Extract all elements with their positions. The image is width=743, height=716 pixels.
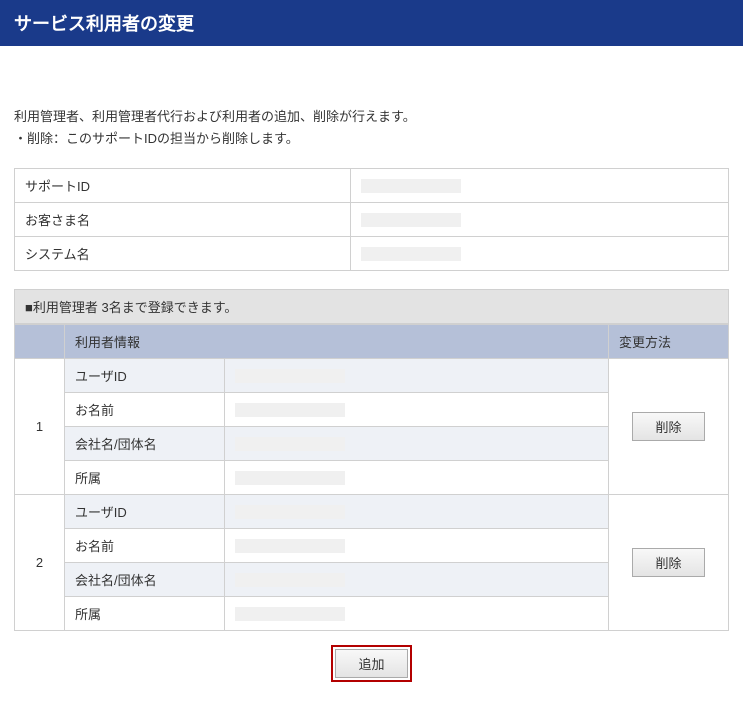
field-label-userid: ユーザID <box>65 495 225 529</box>
col-header-info: 利用者情報 <box>65 325 609 359</box>
field-label-company: 会社名/団体名 <box>65 563 225 597</box>
description-line1: 利用管理者、利用管理者代行および利用者の追加、削除が行えます。 <box>14 106 729 128</box>
field-label-dept: 所属 <box>65 461 225 495</box>
field-label-dept: 所属 <box>65 597 225 631</box>
support-id-value <box>350 169 728 203</box>
action-cell: 削除 <box>609 359 729 495</box>
add-button-highlight: 追加 <box>331 645 411 682</box>
customer-name-value <box>350 203 728 237</box>
field-value-userid <box>225 495 609 529</box>
description-line2: ・削除：このサポートIDの担当から削除します。 <box>14 128 729 150</box>
user-row-num: 1 <box>15 359 65 495</box>
field-label-name: お名前 <box>65 529 225 563</box>
content-area: 利用管理者、利用管理者代行および利用者の追加、削除が行えます。 ・削除：このサポ… <box>0 46 743 716</box>
field-value-name <box>225 393 609 427</box>
support-id-label: サポートID <box>15 169 351 203</box>
field-value-company <box>225 563 609 597</box>
field-value-dept <box>225 597 609 631</box>
field-value-name <box>225 529 609 563</box>
add-row: 追加 <box>14 631 729 696</box>
add-button[interactable]: 追加 <box>335 649 407 678</box>
field-value-dept <box>225 461 609 495</box>
field-label-company: 会社名/団体名 <box>65 427 225 461</box>
col-header-num <box>15 325 65 359</box>
customer-name-label: お客さま名 <box>15 203 351 237</box>
system-name-value <box>350 237 728 271</box>
field-value-userid <box>225 359 609 393</box>
action-cell: 削除 <box>609 495 729 631</box>
system-name-label: システム名 <box>15 237 351 271</box>
info-table: サポートID お客さま名 システム名 <box>14 168 729 271</box>
delete-button[interactable]: 削除 <box>632 412 704 441</box>
page-title: サービス利用者の変更 <box>14 14 194 34</box>
description-block: 利用管理者、利用管理者代行および利用者の追加、削除が行えます。 ・削除：このサポ… <box>14 106 729 150</box>
col-header-action: 変更方法 <box>609 325 729 359</box>
user-row-num: 2 <box>15 495 65 631</box>
field-label-name: お名前 <box>65 393 225 427</box>
page-header: サービス利用者の変更 <box>0 0 743 46</box>
delete-button[interactable]: 削除 <box>632 548 704 577</box>
section-header: ■利用管理者 3名まで登録できます。 <box>14 289 729 324</box>
field-label-userid: ユーザID <box>65 359 225 393</box>
field-value-company <box>225 427 609 461</box>
user-table: 利用者情報 変更方法 1 ユーザID 削除 お名前 会社名/団体名 所属 2 ユ <box>14 324 729 631</box>
